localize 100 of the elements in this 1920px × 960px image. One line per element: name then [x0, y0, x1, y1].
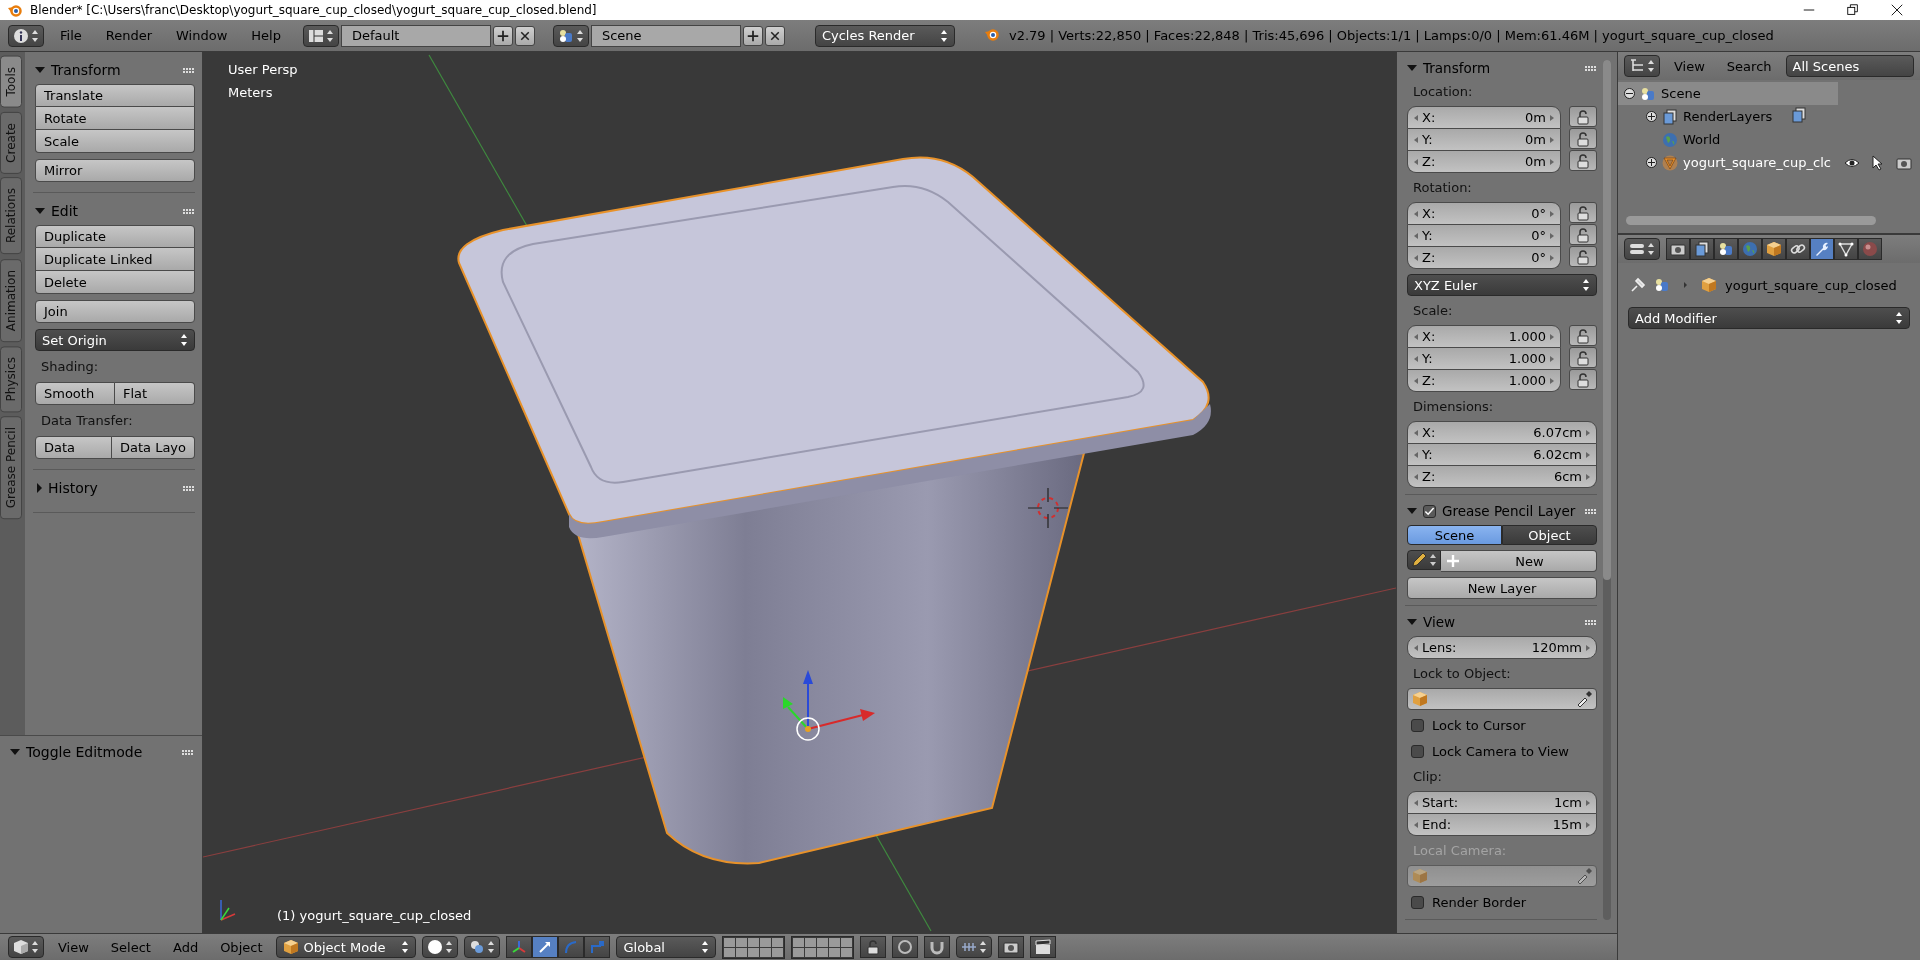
remove-button[interactable]	[764, 25, 785, 46]
display-mode-dropdown[interactable]: All Scenes	[1785, 55, 1914, 77]
panel-title[interactable]: Transform	[51, 62, 177, 78]
properties-tab[interactable]	[1690, 238, 1714, 260]
panel-title[interactable]: View	[1423, 614, 1579, 630]
pivot-dropdown[interactable]	[464, 936, 501, 958]
layout-selector[interactable]	[302, 24, 339, 47]
panel-title[interactable]: Transform	[1423, 60, 1579, 76]
tool-button[interactable]: Rotate	[35, 107, 195, 130]
checkbox[interactable]	[1423, 504, 1436, 518]
lock-button[interactable]	[1569, 369, 1597, 390]
toggle-button[interactable]: Scene	[1407, 525, 1502, 545]
lock-button[interactable]	[860, 936, 887, 958]
tool-button[interactable]: Join	[35, 300, 195, 323]
tool-button[interactable]: Flat	[115, 382, 195, 405]
number-field[interactable]: X: 1.000	[1407, 325, 1561, 348]
menu-item[interactable]: Help	[243, 26, 289, 45]
lock-button[interactable]	[1569, 202, 1597, 223]
outliner-row[interactable]: RenderLayers	[1618, 105, 1920, 128]
number-field[interactable]: Z: 1.000	[1407, 370, 1561, 392]
number-field[interactable]: Z: 0m	[1407, 151, 1561, 173]
panel-title[interactable]: Grease Pencil Layer	[1442, 503, 1579, 519]
add-modifier-dropdown[interactable]: Add Modifier	[1628, 307, 1910, 329]
expand-icon[interactable]	[1624, 88, 1635, 99]
mode-dropdown[interactable]: Object Mode	[276, 936, 417, 958]
add-button[interactable]	[742, 25, 763, 46]
number-field[interactable]: X: 0m	[1407, 106, 1561, 129]
lock-button[interactable]	[1569, 347, 1597, 368]
menu-item[interactable]: Render	[97, 26, 161, 45]
dropdown[interactable]: Set Origin	[35, 329, 195, 351]
lock-button[interactable]	[1569, 106, 1597, 127]
lock-button[interactable]	[1569, 150, 1597, 171]
manipulator-toggle[interactable]	[506, 936, 533, 958]
number-field[interactable]: Z: 6cm	[1407, 466, 1597, 488]
editor-type-button[interactable]	[1624, 55, 1660, 77]
lock-button[interactable]	[1569, 325, 1597, 346]
disclosure-icon[interactable]	[35, 208, 45, 214]
dropdown[interactable]: XYZ Euler	[1407, 274, 1597, 296]
tool-button[interactable]: Mirror	[35, 159, 195, 182]
menu-item[interactable]: Object	[212, 937, 271, 957]
scene-selector[interactable]	[552, 24, 589, 47]
disclosure-icon[interactable]	[37, 483, 42, 493]
number-field[interactable]: End: 15m	[1407, 814, 1597, 836]
properties-tab[interactable]	[1810, 238, 1834, 260]
menu-item[interactable]: View	[50, 937, 97, 957]
properties-tab[interactable]	[1666, 238, 1690, 260]
outliner-row[interactable]: yogurt_square_cup_clc	[1618, 151, 1920, 174]
scrollbar[interactable]	[1626, 216, 1876, 225]
toggle-button[interactable]: Object	[1502, 525, 1597, 545]
scene-name-field[interactable]: Scene	[590, 24, 741, 47]
editor-type-button[interactable]	[1624, 238, 1660, 260]
tool-button[interactable]: Smooth	[35, 382, 115, 405]
checkbox[interactable]	[1411, 745, 1424, 758]
expand-icon[interactable]	[1646, 111, 1657, 122]
menu-item[interactable]: Search	[1718, 56, 1780, 76]
proportional-button[interactable]	[892, 936, 919, 958]
render-animation-button[interactable]	[1030, 936, 1057, 958]
manipulator-button[interactable]	[532, 936, 559, 958]
disclosure-icon[interactable]	[1407, 65, 1417, 71]
tool-tab[interactable]: Physics	[0, 345, 22, 413]
remove-button[interactable]	[514, 25, 535, 46]
menu-item[interactable]: Window	[168, 26, 236, 45]
lock-button[interactable]	[1569, 224, 1597, 245]
checkbox[interactable]	[1411, 896, 1424, 909]
number-field[interactable]: Z: 0°	[1407, 247, 1561, 269]
snap-button[interactable]	[924, 936, 951, 958]
lock-button[interactable]	[1569, 246, 1597, 267]
render-engine-dropdown[interactable]: Cycles Render	[814, 24, 955, 47]
checkbox[interactable]	[1411, 719, 1424, 732]
tool-tab[interactable]: Relations	[0, 177, 22, 255]
disclosure-icon[interactable]	[1407, 619, 1417, 625]
properties-tab[interactable]	[1762, 238, 1786, 260]
number-field[interactable]: Y: 1.000	[1407, 348, 1561, 370]
editor-type-button[interactable]	[8, 936, 44, 958]
new-layer-button[interactable]: New Layer	[1407, 577, 1597, 599]
number-field[interactable]: Y: 0°	[1407, 225, 1561, 247]
properties-tab[interactable]	[1714, 238, 1738, 260]
editor-type-button[interactable]	[8, 24, 44, 47]
tool-button[interactable]: Data	[35, 436, 112, 459]
properties-tab[interactable]	[1834, 238, 1858, 260]
tool-button[interactable]: Translate	[35, 84, 195, 107]
menu-item[interactable]: File	[52, 26, 90, 45]
number-field[interactable]: X: 6.07cm	[1407, 421, 1597, 444]
disclosure-icon[interactable]	[35, 67, 45, 73]
outliner-row[interactable]: World	[1618, 128, 1920, 151]
orientation-dropdown[interactable]: Global	[616, 936, 717, 958]
tool-button[interactable]: Duplicate Linked	[35, 248, 195, 271]
new-button[interactable]: New	[1441, 550, 1597, 572]
pencil-dropdown[interactable]	[1407, 550, 1441, 570]
disclosure-icon[interactable]	[10, 749, 20, 755]
tool-tab[interactable]: Tools	[0, 56, 22, 108]
add-button[interactable]	[492, 25, 513, 46]
number-field[interactable]: Lens: 120mm	[1407, 636, 1597, 659]
scrollbar[interactable]	[1603, 60, 1611, 920]
panel-title[interactable]: History	[48, 480, 177, 496]
tool-button[interactable]: Data Layo	[111, 436, 195, 459]
outliner-row[interactable]: Scene	[1618, 82, 1838, 105]
number-field[interactable]: Y: 0m	[1407, 129, 1561, 151]
number-field[interactable]: Y: 6.02cm	[1407, 444, 1597, 466]
number-field[interactable]: X: 0°	[1407, 202, 1561, 225]
